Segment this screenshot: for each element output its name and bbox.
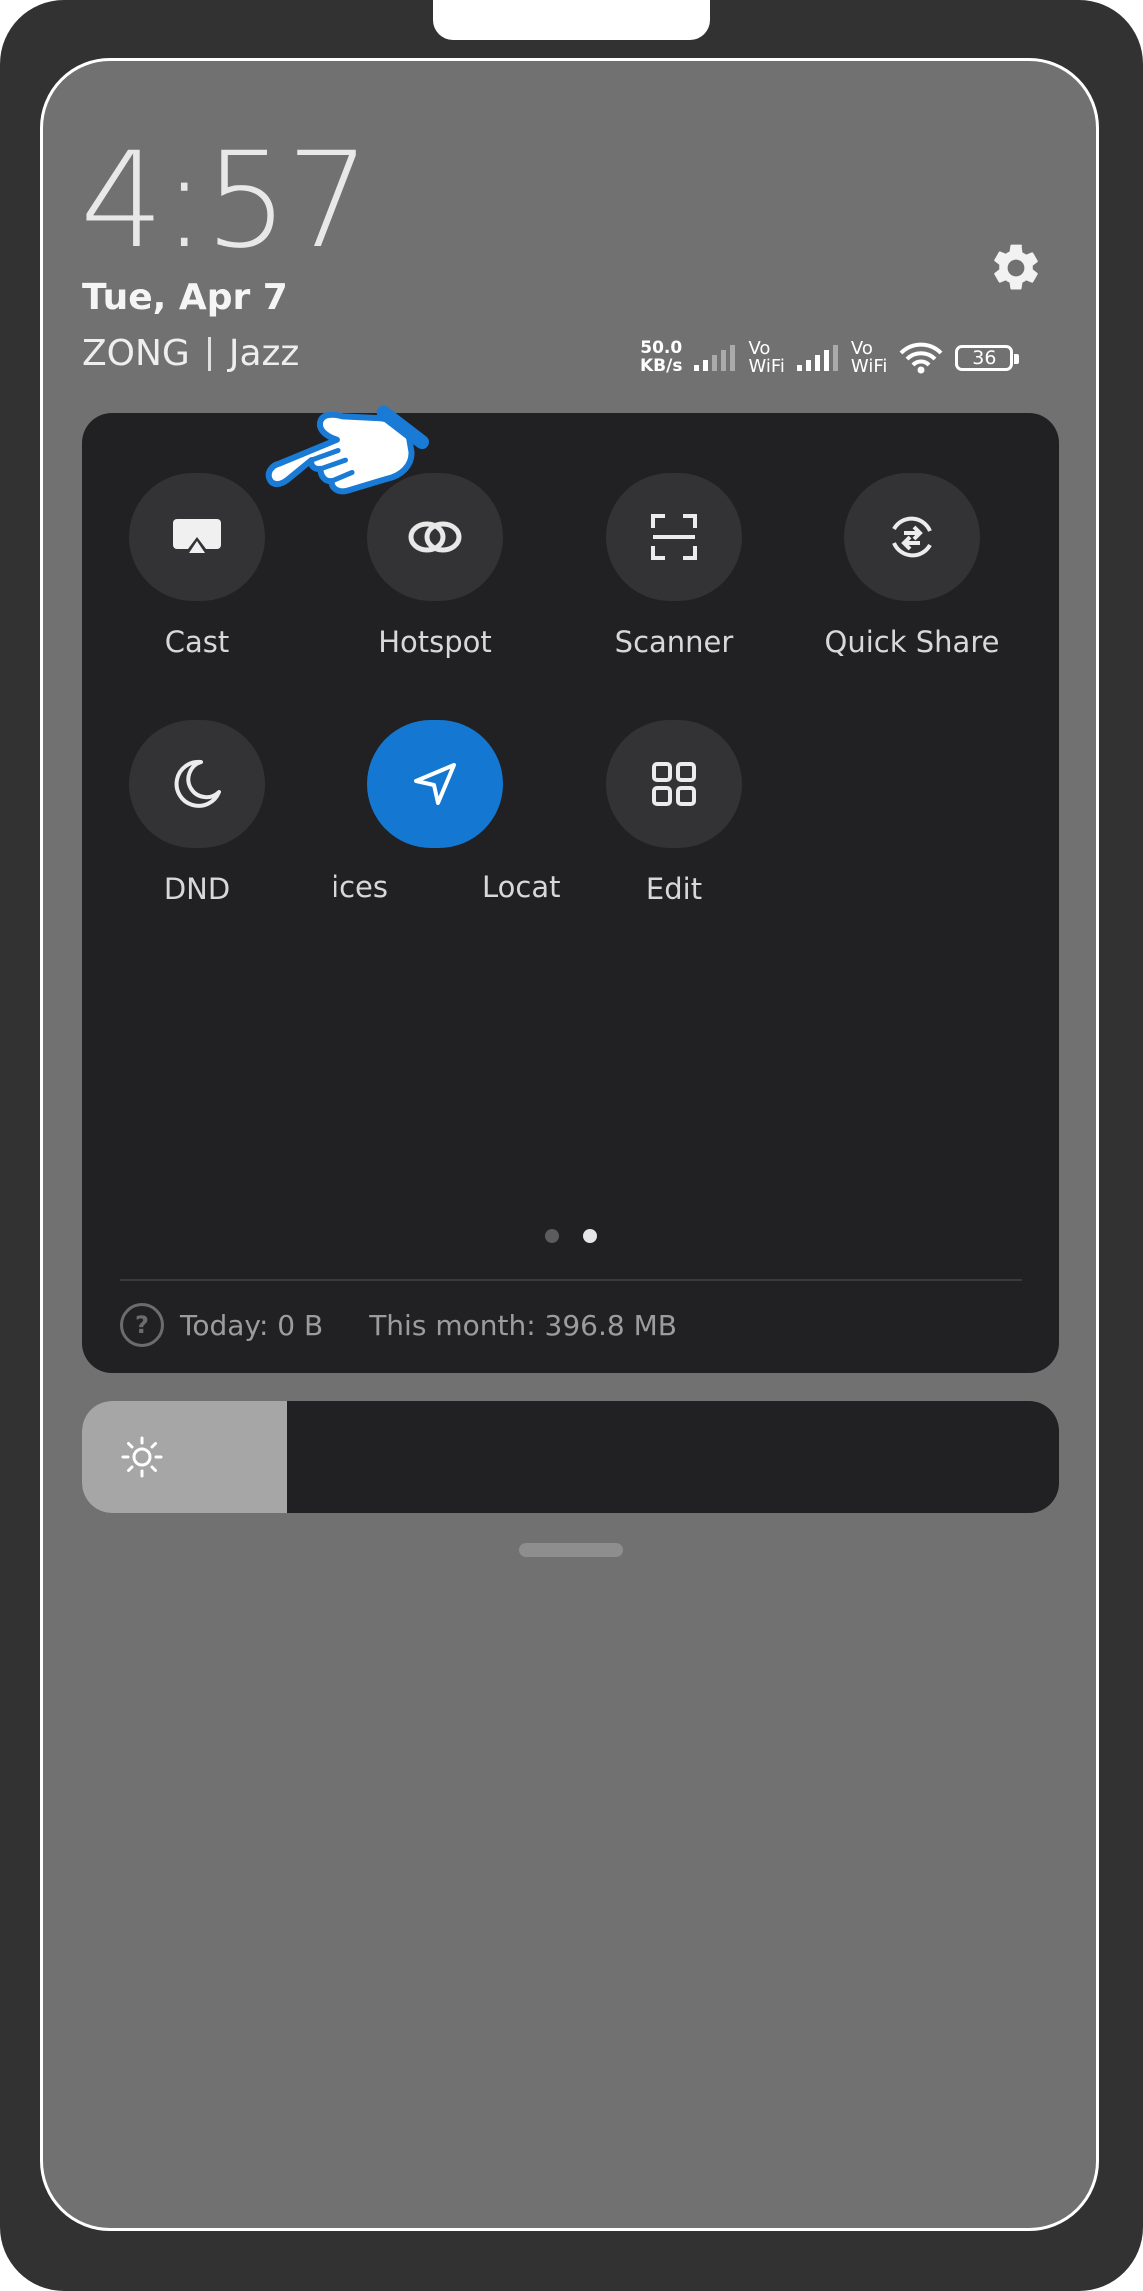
sun-icon — [121, 1436, 163, 1478]
phone-notch — [433, 0, 710, 40]
carrier-separator — [207, 337, 211, 371]
vowifi-1: Vo WiFi — [748, 340, 784, 376]
tile-label: Cast — [164, 625, 230, 659]
wifi-icon — [899, 342, 943, 374]
carrier-names: ZONG Jazz — [82, 336, 299, 372]
tile-label: Hotspot — [378, 625, 492, 659]
devices-label-partial: vices — [334, 870, 388, 904]
carrier-2: Jazz — [228, 333, 300, 374]
tile-dnd[interactable]: DND — [77, 720, 317, 906]
speed-unit: KB/s — [640, 356, 683, 376]
location-label-partial: Locat — [482, 870, 562, 904]
hotspot-icon — [408, 521, 462, 553]
network-speed: 50.0 KB/s — [640, 339, 683, 376]
cast-icon — [173, 519, 221, 553]
tile-label: Quick Share — [824, 625, 1000, 659]
pointing-hand-icon — [265, 405, 429, 495]
tile-scanner[interactable]: Scanner — [554, 473, 794, 659]
gear-icon[interactable] — [988, 240, 1044, 296]
location-arrow-icon — [414, 763, 456, 805]
devices-label-text: vices — [334, 870, 388, 904]
usage-today: Today: 0 B — [180, 1308, 324, 1342]
vowifi-2: Vo WiFi — [851, 340, 887, 376]
vowifi-1-bottom: WiFi — [748, 356, 785, 377]
brightness-fill — [82, 1401, 288, 1513]
signal-weak-icon — [694, 345, 736, 371]
brightness-slider[interactable] — [82, 1401, 1059, 1513]
carrier-1: ZONG — [82, 333, 190, 374]
moon-icon — [174, 759, 221, 808]
battery-indicator: 36 — [955, 345, 1020, 371]
scanner-icon — [651, 514, 697, 560]
quick-settings-panel: Cast Hotspot Scanner Quick Share DND ice… — [82, 413, 1059, 1373]
tile-location[interactable] — [315, 720, 555, 848]
clock: 4:57 — [80, 124, 370, 278]
tile-label: Edit — [645, 872, 703, 906]
signal-strong-icon — [796, 345, 838, 371]
location-label-text: Locat — [482, 870, 561, 904]
quick-share-button[interactable] — [844, 473, 980, 601]
tile-quick-share[interactable]: Quick Share — [792, 473, 1032, 659]
usage-month: This month: 396.8 MB — [369, 1308, 677, 1342]
page-dot-1[interactable] — [545, 1229, 559, 1243]
help-icon: ? — [120, 1303, 164, 1347]
tile-label: DND — [163, 872, 231, 906]
tile-label: Scanner — [614, 625, 734, 659]
grid-icon — [652, 762, 696, 806]
tile-edit[interactable]: Edit — [554, 720, 794, 906]
vowifi-2-bottom: WiFi — [850, 356, 888, 377]
scanner-button[interactable] — [606, 473, 742, 601]
dnd-button[interactable] — [129, 720, 265, 848]
quick-share-icon — [892, 516, 932, 558]
date: Tue, Apr 7 — [82, 277, 288, 318]
page-dot-2[interactable] — [583, 1229, 597, 1243]
edit-button[interactable] — [606, 720, 742, 848]
page-indicator — [545, 1229, 597, 1243]
location-button[interactable] — [367, 720, 503, 848]
divider — [120, 1279, 1022, 1281]
status-bar: 50.0 KB/s Vo WiFi Vo WiFi 36 — [640, 336, 1020, 380]
cast-button[interactable] — [129, 473, 265, 601]
drag-handle[interactable] — [519, 1543, 623, 1557]
data-usage[interactable]: ? Today: 0 B This month: 396.8 MB — [120, 1303, 677, 1347]
